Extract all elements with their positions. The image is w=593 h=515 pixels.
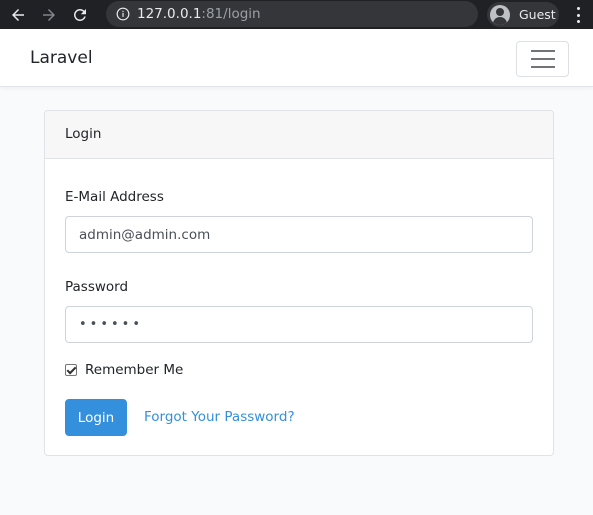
email-value: admin@admin.com bbox=[79, 226, 211, 243]
hamburger-icon bbox=[530, 50, 555, 52]
forward-button[interactable] bbox=[37, 3, 61, 27]
person-icon bbox=[490, 4, 510, 25]
password-value: •••••• bbox=[79, 317, 144, 332]
hamburger-icon-bar bbox=[530, 66, 555, 68]
profile-button[interactable]: Guest bbox=[487, 2, 559, 27]
url-path: :81/login bbox=[201, 6, 261, 22]
address-bar[interactable]: 127.0.0.1:81/login bbox=[106, 1, 478, 27]
email-field[interactable]: admin@admin.com bbox=[65, 216, 533, 253]
kebab-menu-icon[interactable] bbox=[574, 7, 582, 23]
login-card: Login E-Mail Address admin@admin.com Pas… bbox=[44, 110, 554, 456]
password-label: Password bbox=[65, 279, 129, 295]
card-title: Login bbox=[45, 111, 553, 159]
app-navbar: Laravel bbox=[0, 29, 593, 87]
arrow-right-icon bbox=[43, 8, 55, 21]
info-icon[interactable] bbox=[116, 7, 130, 21]
profile-label: Guest bbox=[519, 7, 556, 22]
login-button[interactable]: Login bbox=[65, 399, 127, 436]
arrow-left-icon bbox=[12, 8, 24, 21]
email-label: E-Mail Address bbox=[65, 189, 164, 205]
url-host: 127.0.0.1 bbox=[137, 6, 202, 22]
back-button[interactable] bbox=[6, 3, 30, 27]
browser-toolbar: 127.0.0.1:81/login Guest bbox=[0, 0, 593, 29]
navbar-toggler-button[interactable] bbox=[516, 41, 569, 77]
forgot-password-link[interactable]: Forgot Your Password? bbox=[144, 409, 295, 425]
hamburger-icon-bar bbox=[530, 58, 555, 60]
password-field[interactable]: •••••• bbox=[65, 306, 533, 343]
remember-checkbox[interactable] bbox=[65, 364, 77, 376]
reload-icon bbox=[73, 8, 86, 21]
remember-label[interactable]: Remember Me bbox=[85, 362, 183, 378]
reload-button[interactable] bbox=[68, 3, 92, 27]
brand-link[interactable]: Laravel bbox=[30, 48, 93, 68]
remember-me[interactable]: Remember Me bbox=[65, 362, 183, 378]
